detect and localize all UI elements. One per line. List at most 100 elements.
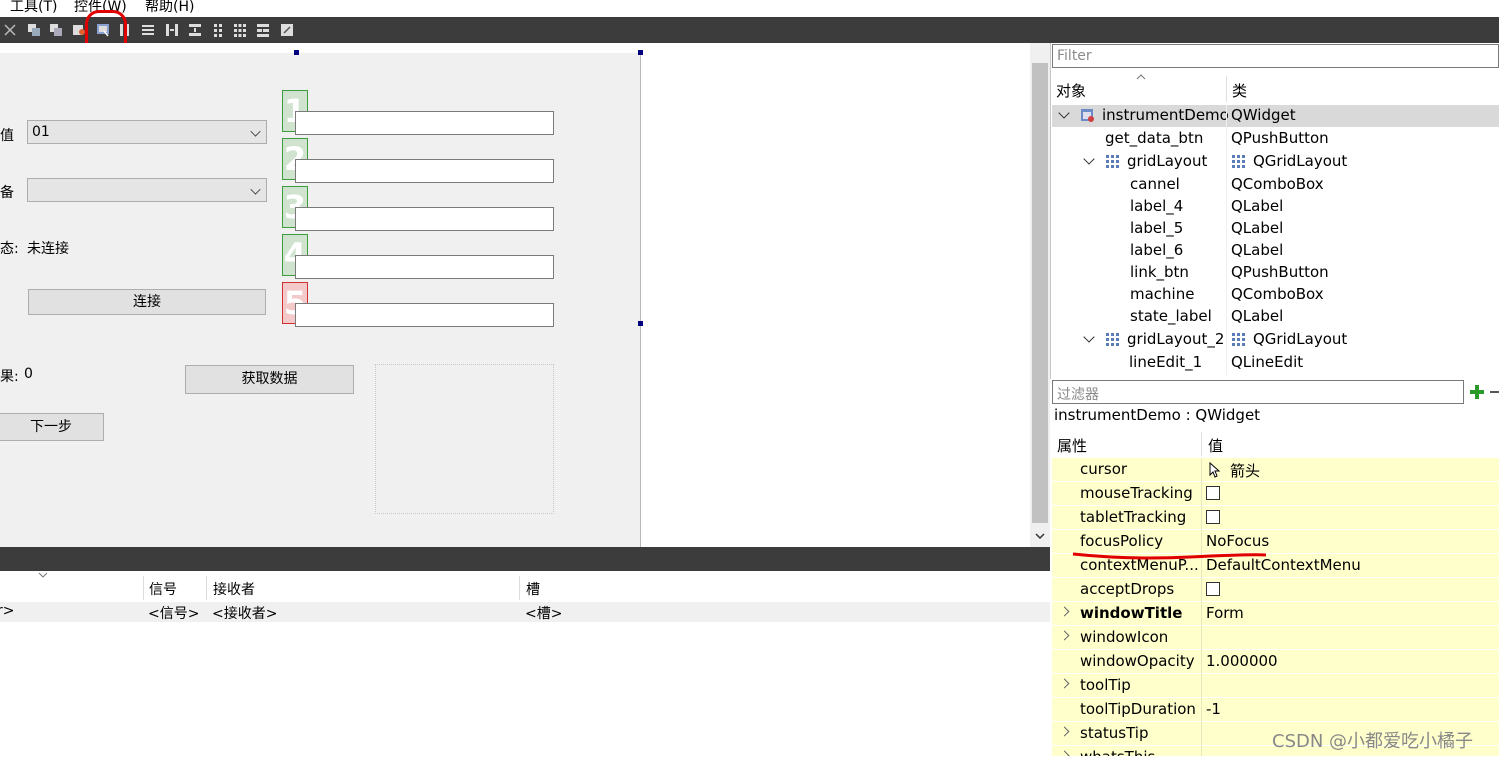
menu-bar: 工具(T) 控件(W) 帮助(H)	[0, 0, 1499, 17]
tree-name: gridLayout	[1127, 152, 1208, 170]
col-value[interactable]: 值	[1208, 435, 1223, 456]
tablet-tracking-checkbox[interactable]	[1206, 510, 1220, 524]
chevron-right-icon[interactable]	[1059, 750, 1070, 756]
state-label: 未连接	[27, 241, 69, 257]
tree-row[interactable]: label_4 QLabel	[1052, 196, 1499, 218]
property-row[interactable]: windowTitle Form	[1052, 602, 1499, 626]
line-edit-4[interactable]	[295, 255, 554, 279]
col-class[interactable]: 类	[1232, 80, 1247, 101]
placeholder-frame	[375, 364, 554, 514]
adjust-size-icon[interactable]	[280, 23, 294, 37]
object-filter-placeholder: Filter	[1057, 48, 1092, 64]
line-edit-1[interactable]	[295, 111, 554, 135]
property-row[interactable]: toolTip	[1052, 674, 1499, 698]
header-signal[interactable]: 信号	[149, 579, 177, 599]
layout-vert-splitter-icon[interactable]	[188, 23, 202, 37]
property-value[interactable]: Form	[1206, 604, 1244, 622]
machine-combobox[interactable]	[27, 178, 267, 202]
header-slot[interactable]: 槽	[526, 579, 540, 599]
canvas-scroll-thumb[interactable]	[1032, 63, 1048, 523]
column-divider[interactable]	[143, 576, 144, 600]
chevron-down-icon[interactable]	[1058, 107, 1070, 119]
chevron-down-icon[interactable]	[1083, 331, 1095, 343]
dock-separator	[0, 547, 1050, 571]
column-divider[interactable]	[1226, 76, 1227, 102]
chevron-right-icon[interactable]	[1059, 678, 1070, 689]
chevron-down-icon[interactable]	[1083, 153, 1095, 165]
widget-icon-1[interactable]	[27, 23, 41, 37]
tree-row[interactable]: label_6 QLabel	[1052, 240, 1499, 262]
property-filter-input[interactable]: 过滤器	[1052, 380, 1464, 404]
property-row[interactable]: windowIcon	[1052, 626, 1499, 650]
widget-icon-3[interactable]	[72, 23, 86, 37]
resize-handle[interactable]	[638, 50, 643, 55]
property-row[interactable]: tabletTracking	[1052, 506, 1499, 530]
resize-handle[interactable]	[638, 321, 643, 326]
layout-vertical-icon[interactable]	[141, 23, 155, 37]
property-value[interactable]: -1	[1206, 700, 1221, 718]
tree-row[interactable]: gridLayout_2 QGridLayout	[1052, 329, 1499, 351]
object-filter-input[interactable]: Filter	[1052, 44, 1499, 68]
col-property[interactable]: 属性	[1057, 435, 1087, 456]
property-editor-title: instrumentDemo : QWidget	[1052, 404, 1499, 428]
line-edit-5[interactable]	[295, 303, 554, 327]
tree-row[interactable]: lineEdit_1 QLineEdit	[1052, 352, 1499, 374]
scroll-down-icon[interactable]	[1034, 530, 1046, 542]
tree-row[interactable]: machine QComboBox	[1052, 284, 1499, 306]
chevron-right-icon[interactable]	[1059, 630, 1070, 641]
header-receiver[interactable]: 接收者	[213, 579, 255, 599]
cell-slot: <槽>	[525, 606, 563, 622]
line-edit-2[interactable]	[295, 159, 554, 183]
column-divider[interactable]	[206, 576, 207, 600]
property-row[interactable]: toolTipDuration -1	[1052, 698, 1499, 722]
cannel-combobox[interactable]: 01	[27, 120, 267, 144]
get-data-button[interactable]: 获取数据	[185, 365, 354, 394]
next-button[interactable]: 下一步	[0, 413, 104, 441]
menu-help[interactable]: 帮助(H)	[145, 0, 194, 16]
layout-grid-icon[interactable]	[211, 23, 225, 37]
label-state: 态:	[0, 241, 19, 257]
menu-tools[interactable]: 工具(T)	[10, 0, 57, 16]
tree-name: state_label	[1130, 307, 1212, 325]
result-value: 0	[24, 366, 33, 382]
tree-row[interactable]: state_label QLabel	[1052, 306, 1499, 328]
property-name: whatsThis	[1080, 748, 1156, 757]
accept-drops-checkbox[interactable]	[1206, 582, 1220, 596]
close-icon[interactable]	[3, 23, 17, 37]
property-name: statusTip	[1080, 724, 1149, 742]
signal-slot-row[interactable]: r> <信号> <接收者> <槽>	[0, 602, 1050, 622]
tree-name: instrumentDemo	[1102, 106, 1229, 124]
tree-row[interactable]: cannel QComboBox	[1052, 174, 1499, 196]
column-divider[interactable]	[1201, 432, 1202, 456]
remove-property-icon[interactable]	[1490, 391, 1499, 393]
property-row[interactable]: mouseTracking	[1052, 482, 1499, 506]
property-row[interactable]: windowOpacity 1.000000	[1052, 650, 1499, 674]
property-name: windowIcon	[1080, 628, 1169, 646]
chevron-right-icon[interactable]	[1059, 606, 1070, 617]
layout-horiz-splitter-icon[interactable]	[165, 23, 179, 37]
widget-icon-2[interactable]	[49, 23, 63, 37]
layout-grid-2-icon[interactable]	[233, 23, 247, 37]
tree-row[interactable]: get_data_btn QPushButton	[1052, 128, 1499, 150]
col-object[interactable]: 对象	[1056, 80, 1086, 101]
chevron-right-icon[interactable]	[1059, 726, 1070, 737]
widget-icon	[1081, 109, 1094, 122]
property-name: cursor	[1080, 460, 1128, 478]
property-row[interactable]: cursor 箭头	[1052, 458, 1499, 482]
resize-handle[interactable]	[294, 50, 299, 55]
tree-name: link_btn	[1130, 263, 1189, 281]
link-button[interactable]: 连接	[28, 289, 266, 315]
column-divider[interactable]	[519, 576, 520, 600]
property-row[interactable]: acceptDrops	[1052, 578, 1499, 602]
line-edit-3[interactable]	[295, 207, 554, 231]
tree-row[interactable]: label_5 QLabel	[1052, 218, 1499, 240]
layout-form-icon[interactable]	[256, 23, 270, 37]
property-value[interactable]: 1.000000	[1206, 652, 1278, 670]
mouse-tracking-checkbox[interactable]	[1206, 486, 1220, 500]
tree-row[interactable]: gridLayout QGridLayout	[1052, 151, 1499, 173]
property-editor-title-text: instrumentDemo : QWidget	[1054, 406, 1261, 424]
tree-row[interactable]: instrumentDemo QWidget	[1052, 105, 1499, 127]
grid-layout-icon	[1232, 155, 1245, 168]
tree-row[interactable]: link_btn QPushButton	[1052, 262, 1499, 284]
add-property-icon[interactable]	[1467, 381, 1487, 403]
